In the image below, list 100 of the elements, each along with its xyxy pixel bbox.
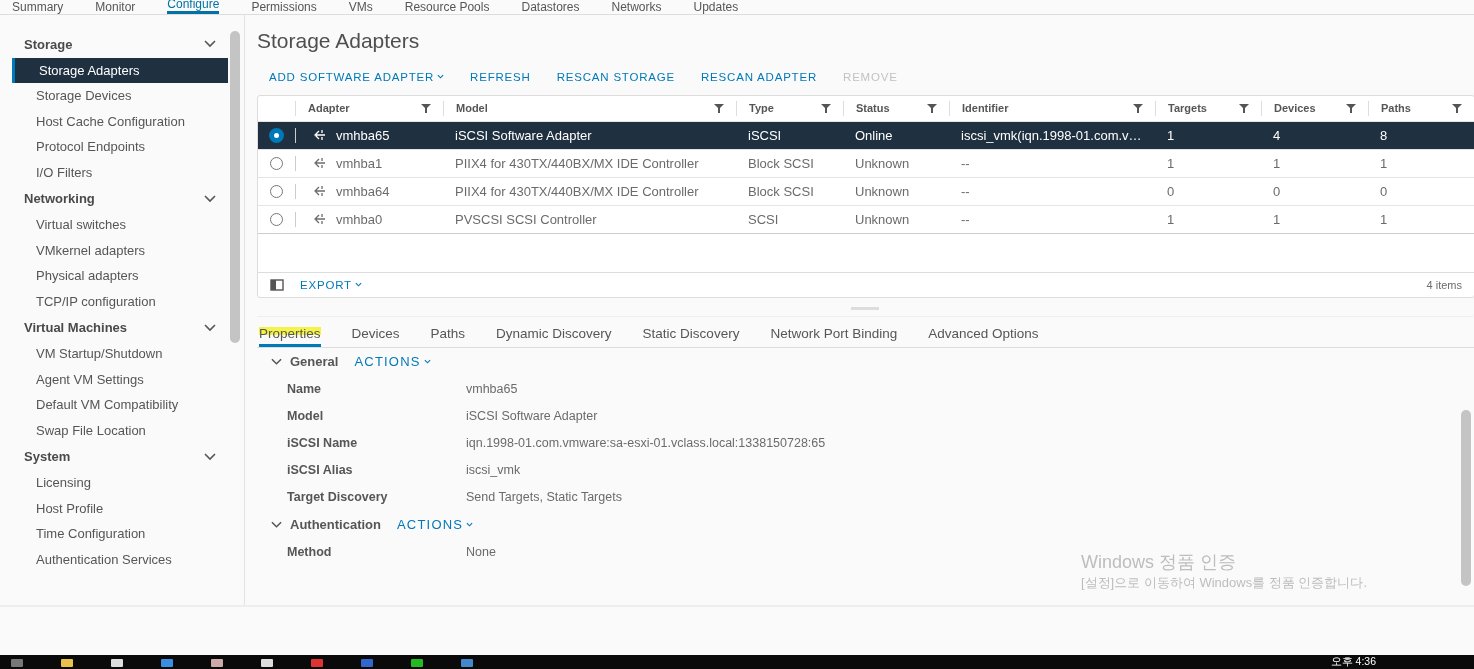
table-cell: --	[961, 211, 970, 227]
sidebar-item[interactable]: VMkernel adapters	[12, 237, 228, 264]
top-tab[interactable]: Resource Pools	[404, 0, 506, 14]
sidebar-item[interactable]: Agent VM Settings	[12, 366, 228, 393]
filter-icon[interactable]	[927, 103, 937, 114]
sidebar-item[interactable]: Protocol Endpoints	[12, 134, 228, 160]
toolbar-button[interactable]: RESCAN STORAGE	[556, 68, 675, 85]
filter-icon[interactable]	[1239, 103, 1249, 114]
chevron-icon	[204, 323, 216, 332]
app-icon[interactable]	[208, 657, 226, 667]
radio-button[interactable]	[270, 128, 283, 142]
columns-icon[interactable]	[270, 278, 284, 291]
sidebar-item[interactable]: Swap File Location	[12, 417, 228, 444]
filter-icon[interactable]	[714, 103, 724, 114]
item-count: 4 items	[1426, 278, 1462, 291]
detail-tab[interactable]: Devices	[351, 325, 400, 347]
sidebar-item[interactable]: I/O Filters	[12, 159, 228, 186]
top-tab[interactable]: VMs	[348, 0, 389, 14]
sidebar-item[interactable]: TCP/IP configuration	[12, 288, 228, 315]
column-header[interactable]: Targets	[1168, 102, 1207, 115]
actions-button[interactable]: ACTIONS	[354, 353, 431, 370]
caret-icon	[466, 522, 474, 528]
chevron-icon[interactable]	[271, 357, 282, 366]
field-value: iscsi_vmk	[466, 463, 521, 478]
top-tab[interactable]: Permissions	[251, 0, 333, 14]
toolbar-button[interactable]: REFRESH	[470, 68, 531, 85]
table-cell: vmhba0	[336, 211, 383, 227]
sidebar-item[interactable]: Storage Adapters	[12, 57, 228, 84]
caret-icon	[354, 282, 362, 288]
sidebar-item[interactable]: VM Startup/Shutdown	[12, 341, 228, 367]
filter-icon[interactable]	[421, 103, 431, 114]
radio-button[interactable]	[270, 212, 283, 226]
sidebar-item[interactable]: Storage Devices	[12, 83, 228, 109]
scrollbar[interactable]	[1461, 409, 1471, 586]
top-tab[interactable]: Configure	[167, 0, 220, 14]
sidebar-item[interactable]: Authentication Services	[12, 546, 228, 573]
sidebar-group-header[interactable]: Virtual Machines	[12, 314, 228, 342]
app-icon[interactable]	[408, 657, 426, 667]
filter-icon[interactable]	[1452, 103, 1462, 114]
detail-tab[interactable]: Paths	[430, 325, 466, 347]
radio-button[interactable]	[270, 156, 283, 170]
table-cell: PIIX4 for 430TX/440BX/MX IDE Controller	[455, 183, 699, 199]
sidebar-group-header[interactable]: Storage	[12, 30, 228, 58]
adapter-icon	[312, 185, 326, 198]
column-header[interactable]: Adapter	[308, 102, 350, 115]
detail-tab[interactable]: Static Discovery	[642, 325, 740, 347]
toolbar-button[interactable]: ADD SOFTWARE ADAPTER	[269, 68, 445, 85]
actions-button[interactable]: ACTIONS	[397, 516, 474, 533]
column-header[interactable]: Type	[749, 102, 774, 115]
table-cell: 0	[1167, 183, 1175, 199]
clock[interactable]: 오후 4:36	[1330, 655, 1376, 669]
filter-icon[interactable]	[1133, 103, 1143, 114]
top-tab[interactable]: Updates	[693, 0, 755, 14]
column-header[interactable]: Paths	[1381, 102, 1411, 115]
column-header[interactable]: Devices	[1274, 102, 1316, 115]
table-cell: 1	[1167, 211, 1175, 227]
table-cell: iscsi_vmk(iqn.1998-01.com.v…	[961, 127, 1142, 143]
top-tab[interactable]: Datastores	[521, 0, 596, 14]
app-icon[interactable]	[108, 657, 126, 667]
page-title: Storage Adapters	[257, 28, 421, 54]
sidebar-item[interactable]: Default VM Compatibility	[12, 392, 228, 418]
chevron-icon[interactable]	[271, 520, 282, 529]
table-row[interactable]: vmhba1 PIIX4 for 430TX/440BX/MX IDE Controller Block SCSI Unknown -- 1 1 1	[258, 148, 1474, 177]
app-icon[interactable]	[58, 657, 76, 667]
top-tab[interactable]: Monitor	[95, 0, 152, 14]
radio-button[interactable]	[270, 184, 283, 198]
app-icon[interactable]	[158, 657, 176, 667]
detail-tab[interactable]: Network Port Binding	[770, 325, 898, 347]
filter-icon[interactable]	[1346, 103, 1356, 114]
table-cell: iSCSI	[748, 127, 782, 143]
table-cell: 1	[1273, 211, 1281, 227]
table-row[interactable]: vmhba64 PIIX4 for 430TX/440BX/MX IDE Controller Block SCSI Unknown -- 0 0 0	[258, 176, 1474, 205]
table-cell: 8	[1380, 127, 1388, 143]
table-cell: Unknown	[855, 155, 910, 171]
column-header[interactable]: Status	[856, 102, 890, 115]
table-row[interactable]: vmhba65 iSCSI Software Adapter iSCSI Online iscsi_vmk(iqn.1998-01.com.v… 1 4 8	[258, 120, 1474, 149]
export-button[interactable]: EXPORT	[300, 276, 362, 293]
scrollbar[interactable]	[230, 30, 240, 343]
sidebar-item[interactable]: Host Cache Configuration	[12, 108, 228, 135]
top-tab[interactable]: Networks	[611, 0, 678, 14]
field-label: iSCSI Name	[287, 436, 359, 451]
filter-icon[interactable]	[821, 103, 831, 114]
table-cell: 1	[1273, 155, 1281, 171]
sidebar-item[interactable]: Time Configuration	[12, 521, 228, 547]
toolbar-button[interactable]: RESCAN ADAPTER	[701, 68, 818, 85]
sidebar-item[interactable]: Licensing	[12, 470, 228, 496]
top-tab[interactable]: Summary	[12, 0, 80, 14]
detail-tab[interactable]: Advanced Options	[928, 325, 1039, 347]
app-icon[interactable]	[258, 657, 276, 667]
chevron-icon	[204, 194, 216, 203]
sidebar-item[interactable]: Physical adapters	[12, 263, 228, 289]
detail-tab[interactable]: Dynamic Discovery	[496, 325, 612, 347]
sidebar-item[interactable]: Host Profile	[12, 495, 228, 522]
sidebar-item[interactable]: Virtual switches	[12, 212, 228, 238]
table-row[interactable]: vmhba0 PVSCSI SCSI Controller SCSI Unknown -- 1 1 1	[258, 204, 1474, 233]
column-header[interactable]: Identifier	[962, 102, 1009, 115]
column-header[interactable]: Model	[456, 102, 488, 115]
sidebar-group-header[interactable]: Networking	[12, 185, 228, 213]
sidebar-group-header[interactable]: System	[12, 443, 228, 471]
field-value: None	[466, 545, 496, 560]
